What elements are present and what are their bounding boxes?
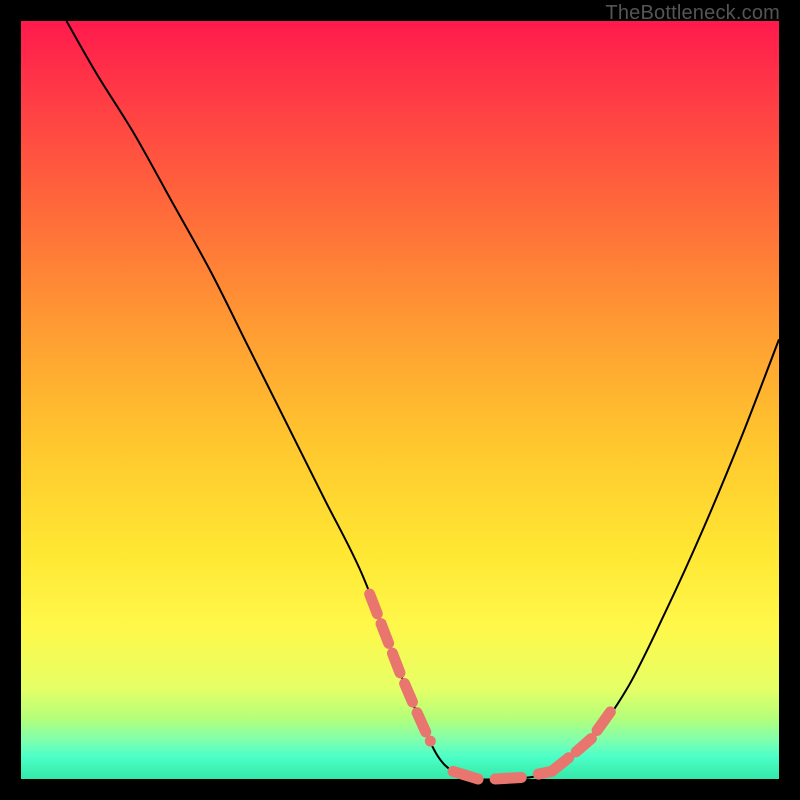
curve-svg xyxy=(21,21,779,779)
bottleneck-curve xyxy=(66,21,779,780)
highlight-segments xyxy=(370,594,611,779)
highlight-dash xyxy=(417,713,426,732)
highlight-dash xyxy=(405,683,413,702)
plot-area xyxy=(21,21,779,779)
highlight-dash xyxy=(597,712,610,731)
highlight-dash xyxy=(576,738,591,751)
chart-frame: TheBottleneck.com xyxy=(0,0,800,800)
highlight-dash xyxy=(453,771,478,779)
highlight-dash xyxy=(370,594,378,614)
highlight-dash xyxy=(392,653,400,673)
highlight-dash xyxy=(552,758,569,772)
highlight-dash xyxy=(381,624,389,644)
highlight-dash xyxy=(495,777,521,779)
